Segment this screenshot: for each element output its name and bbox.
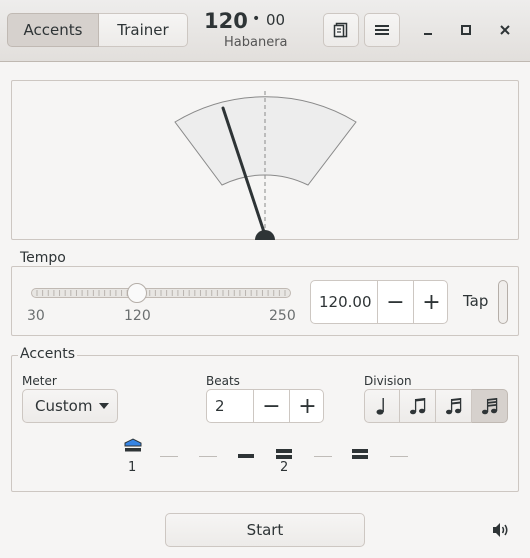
- meter-dropdown[interactable]: Custom: [22, 389, 118, 423]
- tempo-decrease-button[interactable]: −: [377, 281, 413, 323]
- gauge-pivot: [255, 230, 275, 240]
- tempo-gauge: [174, 91, 357, 240]
- beats-decrease-button[interactable]: −: [253, 390, 289, 422]
- main-menu-button[interactable]: [364, 13, 400, 47]
- accent-subdivision[interactable]: [390, 456, 408, 457]
- tab-accents[interactable]: Accents: [7, 13, 99, 47]
- minus-icon: −: [262, 393, 281, 419]
- division-quarter-button[interactable]: [364, 389, 400, 423]
- thirty-second-note-icon: [481, 398, 497, 415]
- accent-beat-1[interactable]: [124, 438, 142, 452]
- division-thirty-second-button[interactable]: [472, 389, 508, 423]
- start-button[interactable]: Start: [165, 513, 365, 547]
- beats-value: 2: [215, 397, 225, 415]
- accent-beat-2[interactable]: [276, 449, 292, 459]
- tap-button[interactable]: [498, 280, 508, 324]
- tempo-slider[interactable]: [31, 283, 291, 303]
- maximize-icon: [461, 25, 471, 35]
- meter-label: Meter: [22, 374, 57, 388]
- minimize-icon: [424, 33, 432, 35]
- slider-min-label: 30: [27, 308, 45, 324]
- close-icon: [500, 25, 510, 35]
- tempo-increase-button[interactable]: +: [413, 281, 449, 323]
- header-bar: Accents Trainer 120 • 00 Habanera: [0, 0, 530, 62]
- beats-label: Beats: [206, 374, 240, 388]
- beat-number-1: 1: [128, 460, 137, 475]
- accent-bar-upper: [352, 449, 368, 453]
- division-sixteenth-button[interactable]: [436, 389, 472, 423]
- maximize-button[interactable]: [456, 20, 476, 40]
- beats-increase-button[interactable]: +: [289, 390, 325, 422]
- tab-trainer[interactable]: Trainer: [99, 13, 188, 47]
- minus-icon: −: [386, 289, 405, 315]
- tempo-gauge-panel: [11, 80, 519, 240]
- title-separator: •: [252, 11, 261, 27]
- meter-value: Custom: [35, 397, 93, 415]
- library-button[interactable]: [323, 13, 359, 47]
- eighth-note-icon: [409, 398, 425, 415]
- tab-accents-label: Accents: [23, 21, 83, 39]
- book-icon: [333, 22, 348, 38]
- slider-mid-label: 120: [124, 308, 151, 324]
- quarter-note-icon: [376, 398, 384, 415]
- slider-max-label: 250: [269, 308, 296, 324]
- division-label: Division: [364, 374, 412, 388]
- accent-subdivision-strong[interactable]: [238, 454, 254, 458]
- time-display: 00: [266, 11, 286, 29]
- minimize-button[interactable]: [418, 20, 438, 40]
- accent-subdivision-medium[interactable]: [352, 449, 368, 459]
- tab-trainer-label: Trainer: [117, 21, 169, 39]
- tempo-legend: Tempo: [18, 250, 68, 266]
- tap-label: Tap: [463, 292, 489, 310]
- accent-bar-lower: [276, 455, 292, 459]
- tempo-value: 120.00: [319, 293, 372, 311]
- accent-subdivision[interactable]: [199, 456, 217, 457]
- bpm-display: 120: [204, 9, 248, 33]
- beats-spinbutton[interactable]: 2 − +: [206, 389, 324, 423]
- accent-subdivision[interactable]: [160, 456, 178, 457]
- beat-number-2: 2: [280, 460, 289, 475]
- menu-icon: [375, 25, 389, 35]
- accent-subdivision[interactable]: [314, 456, 332, 457]
- slider-ticks: [36, 290, 286, 296]
- plus-icon: +: [422, 289, 441, 315]
- tempo-spinbutton[interactable]: 120.00 − +: [310, 280, 448, 324]
- accents-group: [11, 355, 519, 492]
- division-eighth-button[interactable]: [400, 389, 436, 423]
- chevron-down-icon: [99, 403, 110, 409]
- start-label: Start: [246, 521, 284, 539]
- plus-icon: +: [298, 393, 317, 419]
- rhythm-name: Habanera: [224, 35, 288, 50]
- volume-button[interactable]: [489, 519, 513, 541]
- accent-bar-upper: [276, 449, 292, 453]
- accents-legend: Accents: [18, 346, 77, 362]
- sixteenth-note-icon: [445, 398, 461, 415]
- volume-icon: [493, 523, 508, 537]
- close-button[interactable]: [495, 20, 515, 40]
- accent-bar-lower: [352, 455, 368, 459]
